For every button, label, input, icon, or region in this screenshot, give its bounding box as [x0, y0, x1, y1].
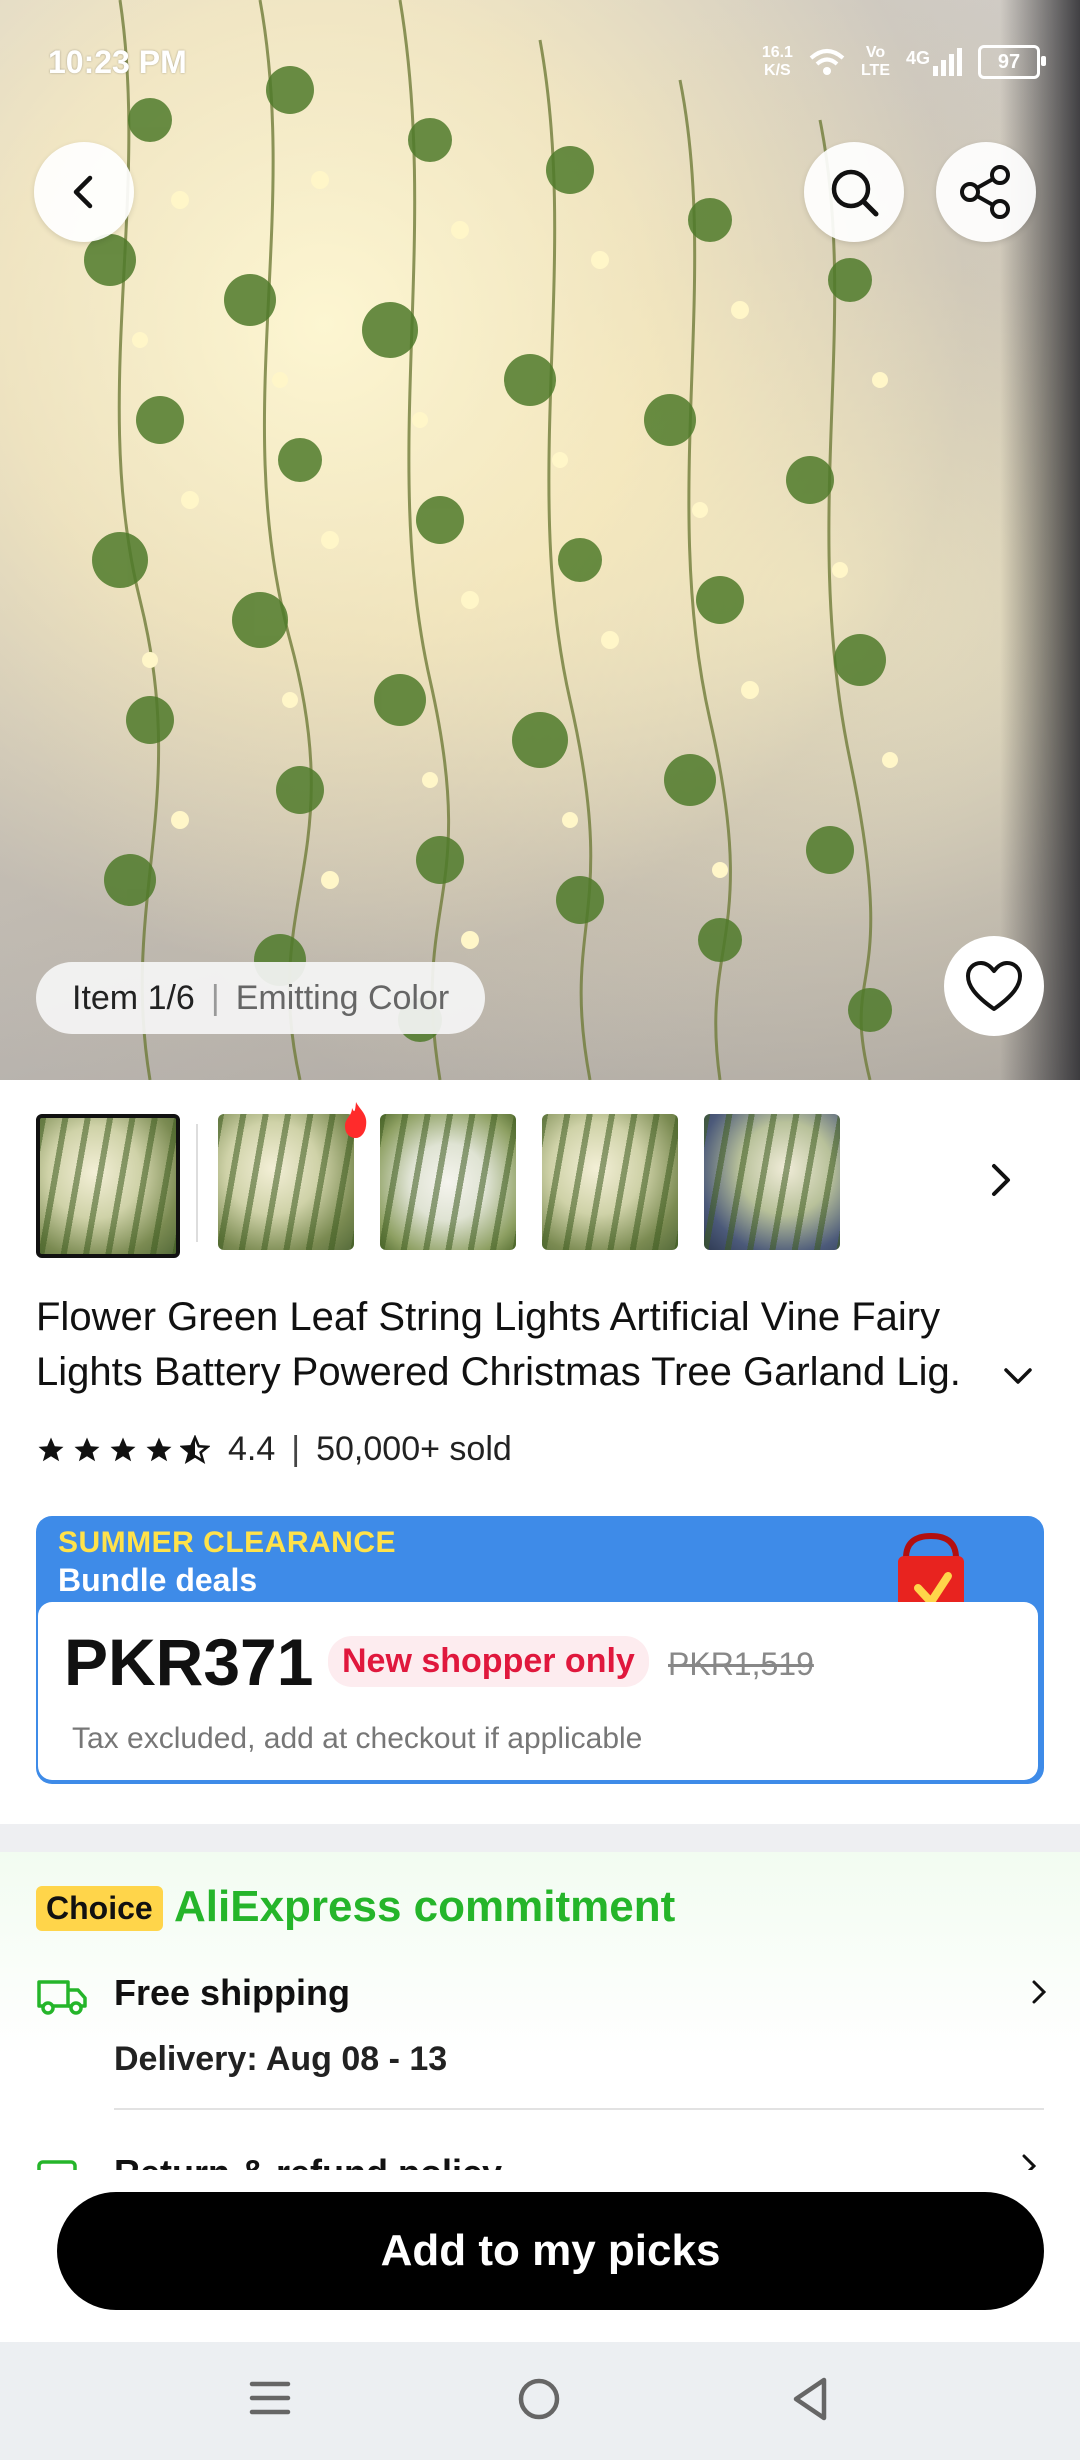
- battery-level: 97: [997, 50, 1021, 73]
- thumbnail-3[interactable]: [380, 1114, 516, 1250]
- sold-count: 50,000+ sold: [316, 1430, 512, 1468]
- deal-headline: SUMMER CLEARANCE: [58, 1526, 396, 1559]
- product-hero-image[interactable]: [0, 0, 1080, 1080]
- commitment-title: AliExpress commitment: [174, 1882, 676, 1931]
- star-half-icon: [180, 1434, 210, 1464]
- star-icon: [110, 1437, 136, 1461]
- rating-divider: |: [291, 1430, 301, 1468]
- status-time: 10:23 PM: [48, 44, 187, 80]
- status-indicators: 16.1 K/S Vo LTE 4G 97: [762, 44, 1046, 80]
- thumbnail-4[interactable]: [542, 1114, 678, 1250]
- network-type: 4G: [905, 48, 930, 68]
- volte-indicator: Vo LTE: [861, 44, 890, 80]
- volte-bottom: LTE: [860, 62, 890, 79]
- search-button[interactable]: [804, 142, 904, 242]
- volte-top: Vo: [865, 44, 886, 61]
- fire-icon: [345, 1102, 367, 1138]
- item-counter: Item 1/6: [72, 978, 195, 1017]
- net-speed: 16.1 K/S: [762, 44, 793, 80]
- home-icon[interactable]: [516, 2376, 562, 2422]
- image-counter-pill[interactable]: Item 1/6 | Emitting Color: [36, 962, 486, 1034]
- back-nav-icon[interactable]: [788, 2376, 832, 2422]
- thumbnail-2[interactable]: [218, 1114, 354, 1250]
- truck-icon: [37, 1980, 87, 2015]
- shipping-divider: [114, 2108, 1044, 2110]
- chevron-right-icon[interactable]: [984, 1160, 1020, 1200]
- variant-label: Emitting Color: [235, 978, 450, 1017]
- system-nav-bar: [0, 2342, 1080, 2460]
- thumbnail-divider: [196, 1124, 198, 1242]
- heart-icon: [966, 961, 1022, 1011]
- wishlist-button[interactable]: [944, 936, 1044, 1036]
- section-separator: [0, 1824, 1080, 1852]
- net-speed-value: 16.1: [761, 44, 793, 61]
- add-to-picks-button[interactable]: Add to my picks: [57, 2192, 1044, 2310]
- product-title: Flower Green Leaf String Lights Artifici…: [36, 1295, 961, 1394]
- rating-row[interactable]: 4.4 | 50,000+ sold: [36, 1430, 512, 1469]
- thumbnail-1-selected[interactable]: [36, 1114, 180, 1258]
- deal-subheadline: Bundle deals: [58, 1562, 258, 1598]
- net-speed-unit: K/S: [764, 62, 791, 79]
- search-icon: [831, 169, 879, 217]
- delivery-window: Delivery: Aug 08 - 13: [114, 2040, 448, 2078]
- status-bar: 10:23 PM 16.1 K/S Vo LTE 4G 97: [0, 0, 1080, 130]
- pill-divider: |: [210, 978, 220, 1017]
- star-icon: [38, 1437, 64, 1461]
- bundle-deal-card[interactable]: SUMMER CLEARANCE Bundle deals PKR371 New…: [36, 1516, 1044, 1784]
- free-shipping-label[interactable]: Free shipping: [114, 1972, 350, 2014]
- menu-icon[interactable]: [248, 2376, 292, 2420]
- back-button[interactable]: [34, 142, 134, 242]
- battery-icon: 97: [978, 45, 1046, 79]
- current-price: PKR371: [64, 1625, 314, 1699]
- star-icon: [74, 1437, 100, 1461]
- thumbnail-5[interactable]: [704, 1114, 840, 1250]
- share-icon: [960, 165, 1010, 219]
- price-box: PKR371 New shopper only PKR1,519 Tax exc…: [38, 1602, 1038, 1780]
- commitment-section: Choice AliExpress commitment Free shippi…: [0, 1852, 1080, 2192]
- original-price: PKR1,519: [668, 1646, 814, 1682]
- new-shopper-badge: New shopper only: [328, 1636, 649, 1687]
- choice-badge: Choice: [36, 1886, 163, 1931]
- rating-value: 4.4: [228, 1430, 276, 1468]
- star-icon: [146, 1437, 172, 1461]
- back-arrow-icon: [73, 175, 93, 209]
- signal-icon: 4G: [906, 48, 962, 76]
- share-button[interactable]: [936, 142, 1036, 242]
- vine-lights-illustration: [84, 0, 898, 1080]
- tax-note: Tax excluded, add at checkout if applica…: [72, 1722, 643, 1755]
- chevron-down-icon[interactable]: [1000, 1362, 1036, 1392]
- wifi-icon: [809, 49, 845, 75]
- chevron-right-icon[interactable]: [1030, 1978, 1050, 2008]
